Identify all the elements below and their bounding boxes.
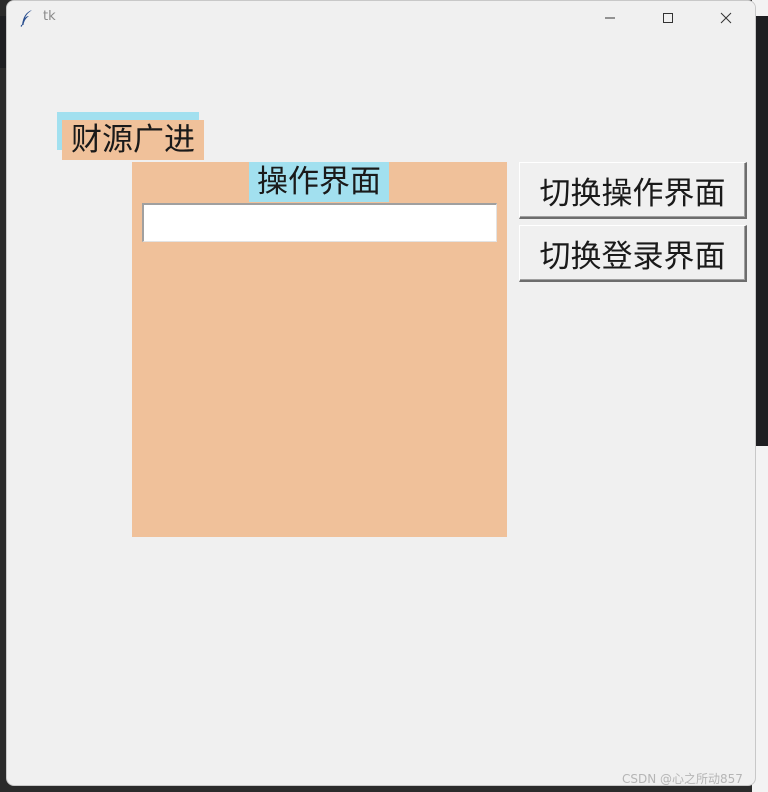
- maximize-button[interactable]: [639, 1, 697, 35]
- tk-window: tk 财源广进 操作界面 切换操作界面 切换登录界面: [6, 0, 756, 786]
- fortune-label: 财源广进: [62, 120, 204, 160]
- close-icon: [720, 12, 732, 24]
- operation-input[interactable]: [142, 203, 497, 242]
- watermark: CSDN @心之所动857: [622, 772, 743, 786]
- maximize-icon: [662, 12, 674, 24]
- minimize-button[interactable]: [581, 1, 639, 35]
- window-title: tk: [43, 9, 56, 24]
- minimize-icon: [604, 12, 616, 24]
- switch-login-button[interactable]: 切换登录界面: [519, 225, 747, 282]
- feather-icon: [19, 9, 35, 27]
- title-bar[interactable]: tk: [7, 1, 755, 35]
- operation-panel: 操作界面: [132, 162, 507, 537]
- panel-title: 操作界面: [249, 162, 389, 202]
- close-button[interactable]: [697, 1, 755, 35]
- switch-operation-button[interactable]: 切换操作界面: [519, 162, 747, 219]
